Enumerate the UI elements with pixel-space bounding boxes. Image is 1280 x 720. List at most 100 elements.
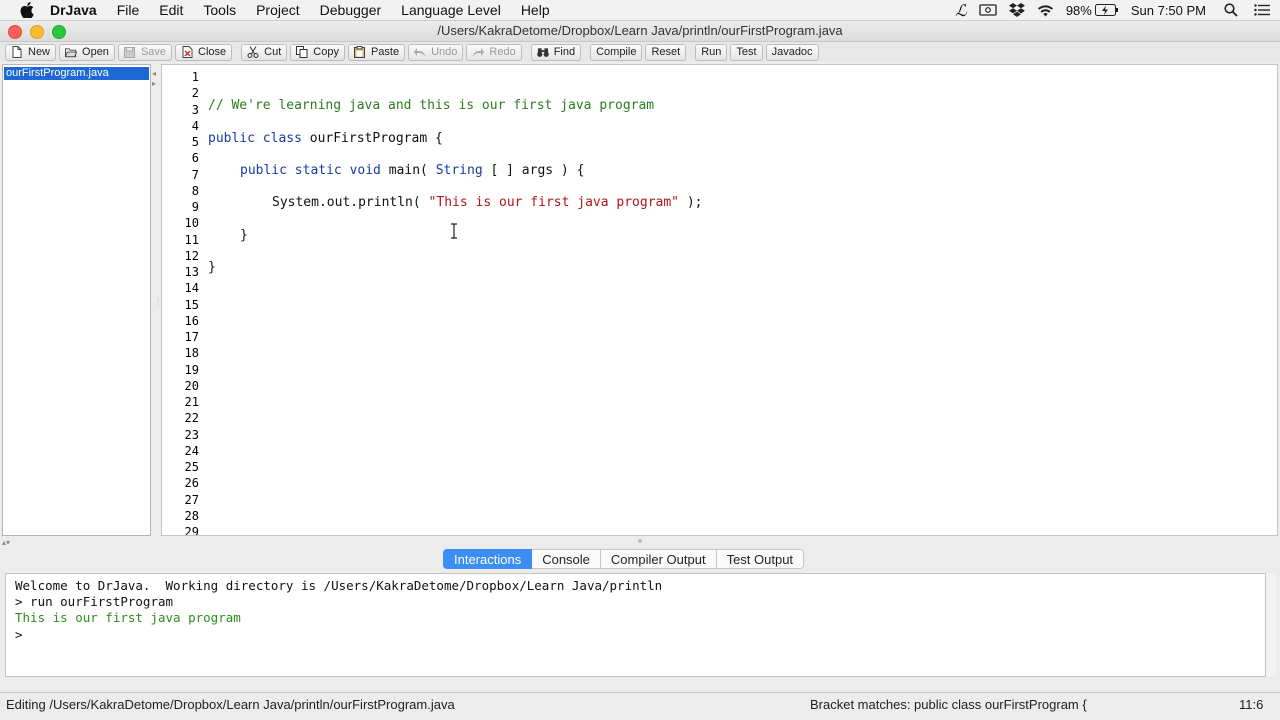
run-command-line: > run ourFirstProgram [15, 594, 174, 609]
method-params: [ ] args ) { [482, 163, 585, 178]
vertical-splitter[interactable]: ◂ ▸ ⋮ [151, 64, 161, 536]
line-number: 2 [191, 86, 199, 101]
line-number: 23 [184, 427, 199, 442]
horizontal-splitter[interactable]: ▴▾ [0, 536, 1280, 548]
close-button[interactable]: Close [175, 43, 233, 61]
cut-label: Cut [264, 46, 282, 58]
menu-app-name[interactable]: DrJava [50, 2, 97, 18]
javadoc-button[interactable]: Javadoc [765, 43, 819, 61]
line-number: 10 [184, 216, 199, 231]
class-close-brace: } [208, 260, 216, 275]
copy-button[interactable]: Copy [290, 43, 345, 61]
undo-button[interactable]: Undo [408, 43, 464, 61]
menu-tools[interactable]: Tools [203, 2, 236, 18]
line-number: 11 [184, 232, 199, 247]
line-number: 3 [191, 102, 199, 117]
paste-button[interactable]: Paste [347, 43, 406, 61]
interactions-scrollbar[interactable] [1266, 573, 1276, 677]
battery-percent: 98% [1065, 2, 1092, 18]
redo-button[interactable]: Redo [466, 43, 522, 61]
paste-label: Paste [370, 46, 400, 58]
line-number: 27 [184, 492, 199, 507]
code-editor[interactable]: 1 2 3 4 5 6 7 8 9 10 11 12 13 14 15 16 17 18 19 20 21 22 23 24 2… [161, 64, 1278, 536]
prompt-line[interactable]: > [15, 627, 23, 643]
code-line-11: } [240, 228, 248, 244]
find-button[interactable]: Find [530, 43, 582, 61]
string-type: String [435, 163, 483, 178]
find-label: Find [553, 46, 576, 58]
new-button[interactable]: New [5, 43, 57, 61]
minimize-window-button[interactable] [30, 25, 44, 39]
menubar-clock[interactable]: Sun 7:50 PM [1131, 3, 1206, 18]
mac-menubar: DrJava File Edit Tools Project Debugger … [0, 0, 1280, 21]
compile-label: Compile [596, 46, 637, 58]
line-number: 18 [184, 346, 199, 361]
method-name: main( [380, 163, 436, 178]
line-number: 6 [191, 151, 199, 166]
line-number: 26 [184, 476, 199, 491]
line-number: 1 [191, 70, 199, 84]
code-line-3: // We're learning java and this is our f… [208, 98, 654, 114]
line-number: 9 [191, 200, 199, 214]
interactions-pane[interactable]: Welcome to DrJava. Working directory is … [5, 573, 1266, 677]
run-button[interactable]: Run [695, 43, 728, 61]
comment-text: // We're learning java and this is our f… [208, 98, 655, 113]
cut-button[interactable]: Cut [241, 43, 288, 61]
reset-button[interactable]: Reset [645, 43, 687, 61]
method-keywords: public static void [240, 163, 381, 178]
wifi-icon[interactable] [1037, 4, 1054, 17]
battery-charging-icon[interactable] [1094, 4, 1119, 16]
line-number: 13 [184, 265, 199, 279]
welcome-line: Welcome to DrJava. Working directory is … [15, 578, 663, 593]
menu-project[interactable]: Project [256, 2, 300, 18]
tab-test-output[interactable]: Test Output [716, 549, 805, 569]
screen-mirror-icon[interactable] [979, 3, 997, 17]
line-number: 25 [184, 460, 199, 474]
line-number: 19 [184, 362, 199, 377]
file-list-item[interactable]: ourFirstProgram.java [4, 67, 149, 80]
compile-button[interactable]: Compile [590, 43, 643, 61]
copy-icon [296, 46, 308, 58]
menu-file[interactable]: File [117, 2, 140, 18]
notification-center-icon[interactable] [1254, 4, 1270, 16]
line-number: 12 [184, 248, 199, 263]
editing-status: Editing /Users/KakraDetome/Dropbox/Learn… [6, 697, 455, 712]
line-number: 5 [191, 135, 199, 149]
open-folder-icon [65, 46, 78, 58]
spotlight-search-icon[interactable] [1224, 3, 1238, 17]
test-button[interactable]: Test [730, 43, 763, 61]
save-disk-icon [124, 46, 136, 58]
tab-interactions[interactable]: Interactions [443, 549, 533, 569]
svg-text:◂: ◂ [152, 69, 156, 78]
save-button[interactable]: Save [117, 43, 173, 61]
text-cursor-icon [449, 223, 459, 239]
class-keywords: public class [208, 131, 302, 146]
code-line-13: } [208, 260, 216, 276]
zoom-window-button[interactable] [52, 25, 66, 39]
reset-label: Reset [651, 46, 681, 58]
script-l-icon[interactable]: ℒ [955, 1, 967, 20]
open-button[interactable]: Open [59, 43, 115, 61]
apple-icon[interactable] [20, 2, 36, 18]
menu-debugger[interactable]: Debugger [320, 2, 382, 18]
dropbox-icon[interactable] [1008, 3, 1025, 17]
tab-console[interactable]: Console [532, 549, 601, 569]
class-declaration: ourFirstProgram { [301, 131, 443, 146]
status-bar: Editing /Users/KakraDetome/Dropbox/Learn… [0, 692, 1280, 717]
tab-compiler-output[interactable]: Compiler Output [600, 549, 717, 569]
window-titlebar: /Users/KakraDetome/Dropbox/Learn Java/pr… [0, 21, 1280, 42]
new-label: New [28, 46, 51, 58]
main-toolbar: New Open Save Close Cut Copy Paste Undo … [0, 42, 1280, 62]
code-line-5: public class ourFirstProgram { [208, 131, 443, 147]
scissors-icon [247, 46, 259, 58]
redo-arrow-icon [472, 46, 485, 58]
menu-help[interactable]: Help [521, 2, 550, 18]
javadoc-label: Javadoc [771, 46, 813, 58]
menu-language-level[interactable]: Language Level [401, 2, 501, 18]
line-number: 28 [184, 508, 199, 523]
line-number: 21 [184, 395, 199, 409]
code-line-9: System.out.println( "This is our first j… [272, 195, 702, 211]
line-number: 16 [184, 313, 199, 328]
close-window-button[interactable] [8, 25, 22, 39]
menu-edit[interactable]: Edit [159, 2, 183, 18]
